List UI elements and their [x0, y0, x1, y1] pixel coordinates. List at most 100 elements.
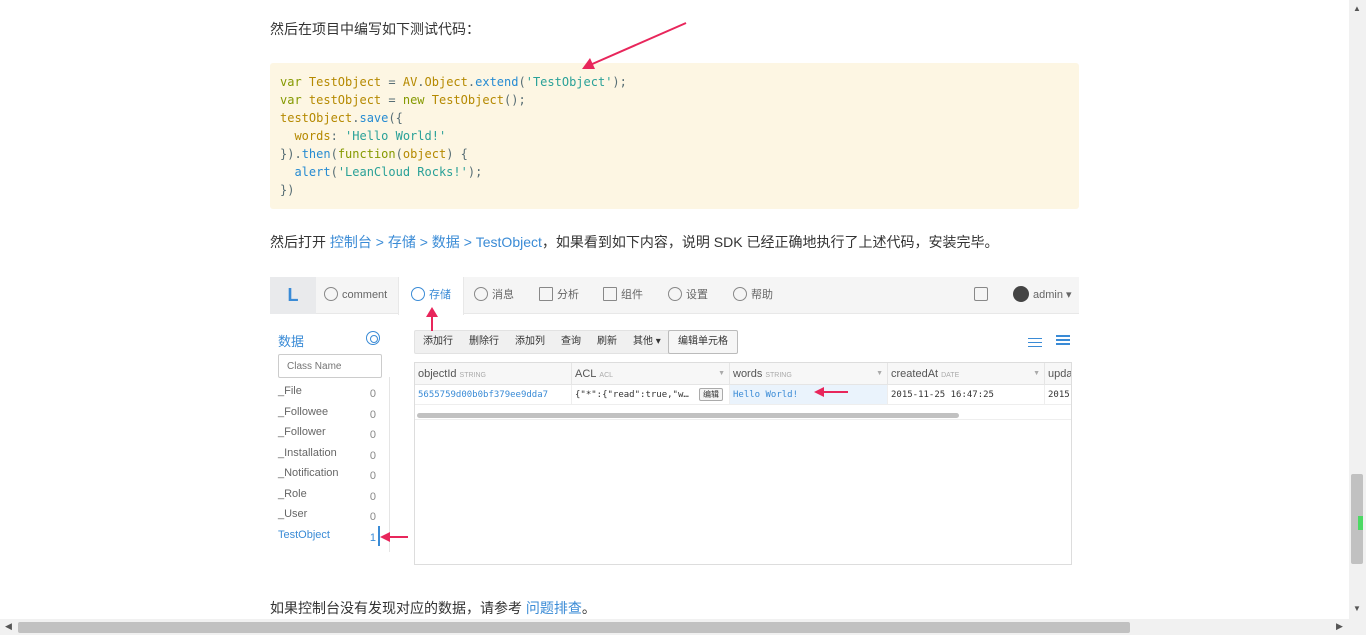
selected-class-indicator [378, 526, 380, 546]
instruction-text: 然后打开 控制台 > 存储 > 数据 > TestObject，如果看到如下内容… [270, 232, 998, 252]
scroll-up-icon[interactable]: ▲ [1353, 4, 1361, 13]
class-count: 0 [369, 429, 376, 441]
class-name-search-input[interactable] [278, 354, 382, 378]
code-token: = [381, 75, 403, 89]
code-token: }) [280, 183, 295, 197]
nav-comment[interactable]: comment [324, 277, 387, 314]
sidebar-item-class[interactable]: _File 0 [278, 385, 390, 406]
column-header-words[interactable]: words STRING ▼ [730, 363, 888, 385]
code-line: var TestObject = AV.Object.extend('TestO… [280, 73, 1069, 91]
scroll-down-icon[interactable]: ▼ [1353, 604, 1361, 613]
code-line: words: 'Hello World!' [280, 127, 1069, 145]
nav-help[interactable]: 帮助 [733, 277, 773, 314]
code-token: 'LeanCloud Rocks!' [337, 165, 468, 179]
horizontal-scrollbar-thumb[interactable] [18, 622, 1130, 633]
code-token: var [280, 75, 309, 89]
user-menu[interactable]: admin ▾ [1013, 277, 1072, 314]
code-token: testObject [280, 111, 353, 125]
column-header-acl[interactable]: ACL ACL ▼ [572, 363, 730, 385]
nav-components[interactable]: 组件 [603, 277, 643, 314]
sidebar-item-class[interactable]: _User 0 [278, 508, 390, 529]
class-name: TestObject [278, 528, 330, 541]
troubleshoot-text: 如果控制台没有发现对应的数据，请参考 问题排查。 [270, 598, 596, 618]
grid-scrollbar[interactable] [417, 413, 959, 418]
console-screenshot: L comment 存储 消息 分析 组件 设置 帮助 admin ▾ 数据 _… [270, 277, 1079, 567]
code-token: TestObject [308, 75, 382, 89]
message-icon [474, 287, 488, 302]
nav-message[interactable]: 消息 [474, 277, 514, 314]
sidebar-item-class[interactable]: _Followee 0 [278, 406, 390, 427]
code-token: ( [330, 165, 338, 179]
code-token: (); [504, 93, 526, 107]
cell-objectid[interactable]: 5655759d00b0bf379ee9dda7 [415, 385, 572, 405]
class-count: 0 [369, 490, 376, 503]
more-dropdown[interactable]: 其他 ▾ [625, 331, 669, 353]
sidebar-item-class[interactable]: _Installation 0 [278, 447, 390, 468]
horizontal-scrollbar[interactable]: ◀ ▶ [0, 619, 1349, 635]
code-token: TestObject [431, 93, 504, 107]
chevron-down-icon[interactable]: ▼ [876, 363, 883, 384]
nav-analytics-label: 分析 [557, 289, 579, 301]
query-button[interactable]: 查询 [553, 331, 589, 353]
nav-analytics[interactable]: 分析 [539, 277, 579, 314]
chevron-down-icon[interactable]: ▼ [718, 363, 725, 384]
data-grid: objectId STRING ACL ACL ▼ words STRING ▼ crea… [414, 362, 1072, 565]
class-count: 0 [369, 449, 376, 462]
code-line: testObject.save({ [280, 109, 1069, 127]
sidebar-item-class[interactable]: _Follower 0 [278, 426, 390, 447]
chevron-down-icon[interactable]: ▼ [1033, 363, 1040, 384]
edit-cell-button[interactable]: 编辑单元格 [668, 330, 738, 354]
list-icon[interactable] [1056, 335, 1070, 349]
code-token: ( [330, 147, 338, 161]
sidebar-item-class[interactable]: _Role 0 [278, 488, 390, 509]
scroll-marker [1358, 516, 1363, 530]
cell-acl[interactable]: {"*":{"read":true,"w… 编辑 [572, 385, 730, 405]
class-count: 0 [369, 408, 376, 421]
add-row-button[interactable]: 添加行 [415, 331, 461, 353]
code-token: Object [424, 75, 468, 89]
code-token: : [330, 129, 346, 143]
sidebar-item-class[interactable]: _Notification 0 [278, 467, 390, 488]
console-logo[interactable]: L [270, 277, 316, 314]
delete-row-button[interactable]: 删除行 [461, 331, 507, 353]
code-token: ( [518, 75, 526, 89]
scroll-right-icon[interactable]: ▶ [1336, 621, 1343, 632]
code-token: ( [395, 147, 403, 161]
filter-icon[interactable] [1028, 335, 1042, 349]
nav-settings-label: 设置 [686, 289, 708, 301]
cell-updatedat[interactable]: 2015 [1045, 385, 1071, 405]
class-name: _Notification [278, 467, 339, 479]
user-menu-label: admin ▾ [1033, 289, 1072, 301]
code-token: object [402, 147, 447, 161]
code-token: 'TestObject' [525, 75, 613, 89]
console-path-link[interactable]: 控制台 > 存储 > 数据 > TestObject [330, 234, 542, 250]
class-name: _File [278, 385, 302, 397]
cell-createdat[interactable]: 2015-11-25 16:47:25 [888, 385, 1045, 405]
sliders-icon [603, 287, 617, 302]
class-count: 0 [369, 511, 376, 523]
code-token: then [301, 147, 331, 161]
troubleshoot-link[interactable]: 问题排查 [526, 600, 582, 616]
column-header-updatedat[interactable]: upda [1045, 363, 1071, 385]
vertical-scrollbar[interactable]: ▲ ▼ [1349, 0, 1366, 619]
sidebar-item-class[interactable]: TestObject 1 [278, 529, 390, 550]
add-column-button[interactable]: 添加列 [507, 331, 553, 353]
column-header-createdat[interactable]: createdAt DATE ▼ [888, 363, 1045, 385]
code-line: }).then(function(object) { [280, 145, 1069, 163]
nav-storage-label: 存储 [429, 289, 451, 301]
class-count: 0 [369, 388, 376, 400]
column-header-objectid[interactable]: objectId STRING [415, 363, 572, 385]
scrollbar-corner [1349, 619, 1366, 635]
intro-text: 然后在项目中编写如下测试代码： [270, 21, 480, 37]
refresh-button[interactable]: 刷新 [589, 331, 625, 353]
inbox-button[interactable] [974, 277, 992, 314]
cell-words[interactable]: Hello World! [730, 385, 888, 405]
nav-storage[interactable]: 存储 [398, 277, 464, 315]
gear-icon[interactable] [366, 331, 380, 345]
troubleshoot-prefix: 如果控制台没有发现对应的数据，请参考 [270, 600, 526, 616]
acl-edit-button[interactable]: 编辑 [699, 388, 723, 401]
scroll-left-icon[interactable]: ◀ [5, 621, 12, 632]
nav-settings[interactable]: 设置 [668, 277, 708, 314]
